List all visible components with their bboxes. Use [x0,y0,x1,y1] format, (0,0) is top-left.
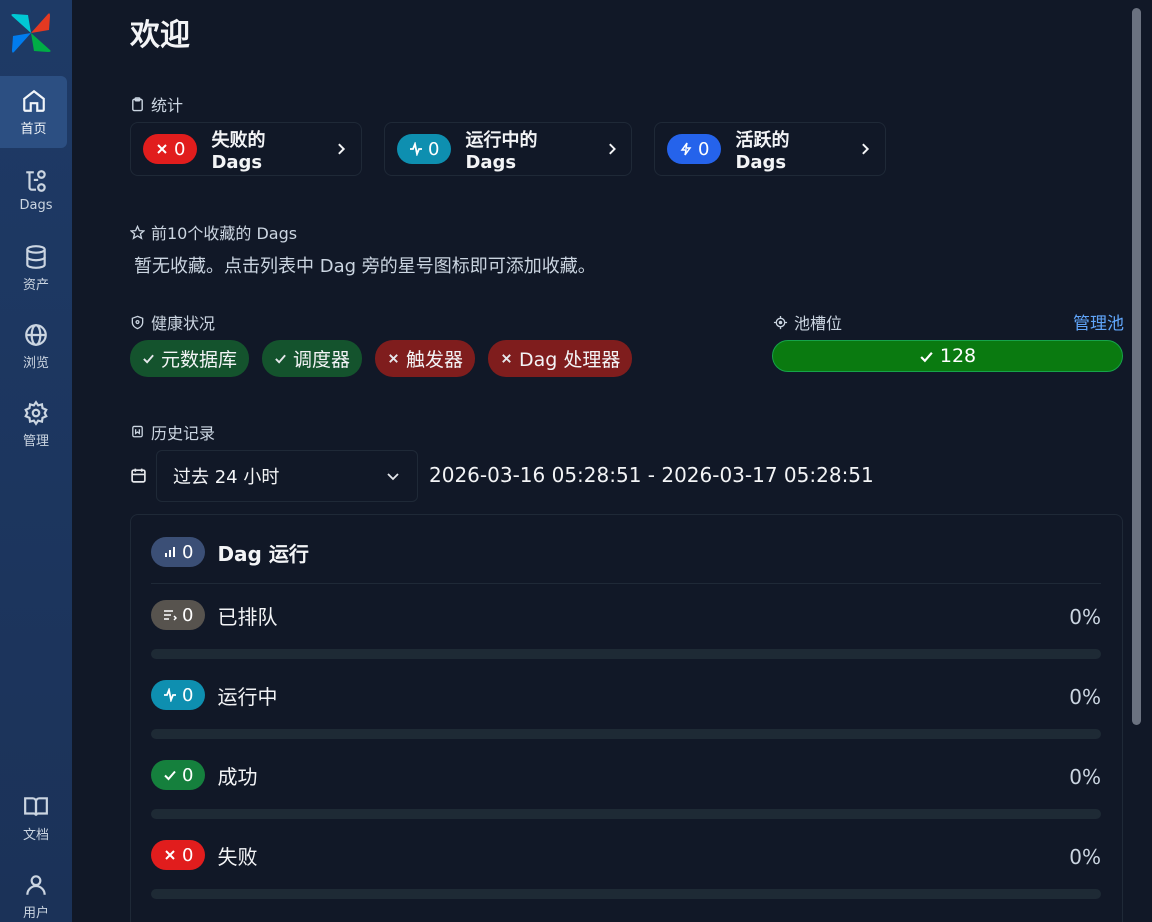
favorites-section-label: 前10个收藏的 Dags [130,220,297,244]
airflow-logo-icon[interactable] [8,10,54,56]
running-percent: 0% [1069,685,1101,709]
queued-count-badge: 0 [151,600,206,630]
chevron-right-icon [338,143,346,155]
manage-pools-link[interactable]: 管理池 [1073,309,1124,334]
sidebar-item-admin[interactable]: 管理 [0,388,72,460]
check-icon [143,354,154,364]
sidebar-item-label: 文档 [22,827,49,843]
dag-runs-header: 0 Dag 运行 [151,537,309,567]
clipboard-icon [132,96,143,111]
sidebar-item-browse[interactable]: 浏览 [0,310,72,382]
x-icon [165,850,175,860]
active-dags-card[interactable]: 0 活跃的 Dags [654,122,886,176]
globe-icon [25,323,47,346]
list-icon [164,610,177,621]
check-icon [275,354,286,364]
activity-icon [164,688,176,702]
x-icon [502,354,511,363]
failed-row[interactable]: 0 失败 [151,840,257,870]
dag-runs-title: Dag 运行 [217,541,309,566]
sidebar-item-user[interactable]: 用户 [0,860,72,922]
health-badge-triggerer: 触发器 [375,340,476,377]
active-count-badge: 0 [667,134,722,164]
book-icon [24,796,48,816]
pool-slots-bar[interactable]: 128 [772,340,1123,372]
active-dags-label: 活跃的 Dags [735,129,790,173]
stats-section-label: 统计 [130,92,183,116]
success-row[interactable]: 0 成功 [151,760,257,790]
failed-dags-card[interactable]: 0 失败的 Dags [130,122,362,176]
check-icon [164,770,176,781]
health-badge-dag-processor: Dag 处理器 [488,340,633,377]
sidebar-item-label: 管理 [22,433,49,449]
chevron-right-icon [862,143,870,155]
time-range-value: 过去 24 小时 [173,467,280,488]
calendar-icon [131,468,146,483]
health-badge-metadatabase: 元数据库 [130,340,250,377]
gear-icon [24,399,48,426]
user-icon [26,874,46,895]
x-icon [389,354,398,363]
main-content: 欢迎 统计 0 失败的 Dags 0 运行中的 Dags 0 活跃的 Dags … [72,0,1130,922]
lightning-icon [680,142,692,156]
bar-chart-icon [165,547,175,557]
running-row[interactable]: 0 运行中 [151,680,277,710]
time-range-select[interactable]: 过去 24 小时 [156,450,418,502]
favorites-empty-message: 暂无收藏。点击列表中 Dag 旁的星号图标即可添加收藏。 [134,256,596,277]
sidebar-item-label: 用户 [22,905,49,921]
sidebar-item-home[interactable]: 首页 [0,76,67,148]
success-count-badge: 0 [151,760,206,790]
star-icon [130,224,145,240]
scrollbar-thumb[interactable] [1132,8,1141,725]
queued-percent: 0% [1069,605,1101,629]
success-percent: 0% [1069,765,1101,789]
health-badge-scheduler: 调度器 [262,340,363,377]
home-icon [22,89,45,112]
divider [151,583,1101,584]
sidebar: 首页 Dags 资产 浏览 管理 文档 用户 [0,0,72,922]
running-progress-bar [151,729,1101,739]
shield-icon [131,315,144,329]
history-section-label: 历史记录 [130,420,215,444]
chevron-down-icon [387,473,399,481]
page-title: 欢迎 [130,18,190,53]
queued-row[interactable]: 0 已排队 [151,600,277,630]
queued-progress-bar [151,649,1101,659]
failed-row-count-badge: 0 [151,840,206,870]
success-progress-bar [151,809,1101,819]
dags-icon [26,169,46,192]
check-icon [920,351,933,362]
health-section-label: 健康状况 [130,310,215,334]
chevron-right-icon [608,143,616,155]
sidebar-item-label: 首页 [20,121,47,137]
database-icon [26,244,46,269]
failed-progress-bar [151,889,1101,899]
running-row-count-badge: 0 [151,680,206,710]
history-icon [132,425,143,437]
sidebar-item-label: 浏览 [22,355,49,371]
time-range-text: 2026-03-16 05:28:51 - 2026-03-17 05:28:5… [429,463,874,487]
sidebar-item-docs[interactable]: 文档 [0,782,72,854]
dag-runs-panel: 0 Dag 运行 0 已排队 0% 0 运行中 0% 0 成功 0% 0 失败 … [130,514,1123,922]
failed-count-badge: 0 [143,134,198,164]
failed-dags-label: 失败的 Dags [211,129,266,173]
pool-section-label: 池槽位 [773,310,842,334]
sidebar-item-label: Dags [19,197,53,213]
running-dags-card[interactable]: 0 运行中的 Dags [384,122,632,176]
activity-icon [410,142,422,156]
running-dags-label: 运行中的 Dags [465,129,538,173]
sidebar-item-assets[interactable]: 资产 [0,232,72,304]
crosshair-icon [773,315,788,329]
sidebar-item-label: 资产 [22,277,49,293]
failed-percent: 0% [1069,845,1101,869]
pool-slots-value: 128 [939,345,977,367]
dag-runs-count-badge: 0 [151,537,206,567]
x-icon [157,144,167,154]
sidebar-item-dags[interactable]: Dags [0,154,72,226]
running-count-badge: 0 [397,134,452,164]
